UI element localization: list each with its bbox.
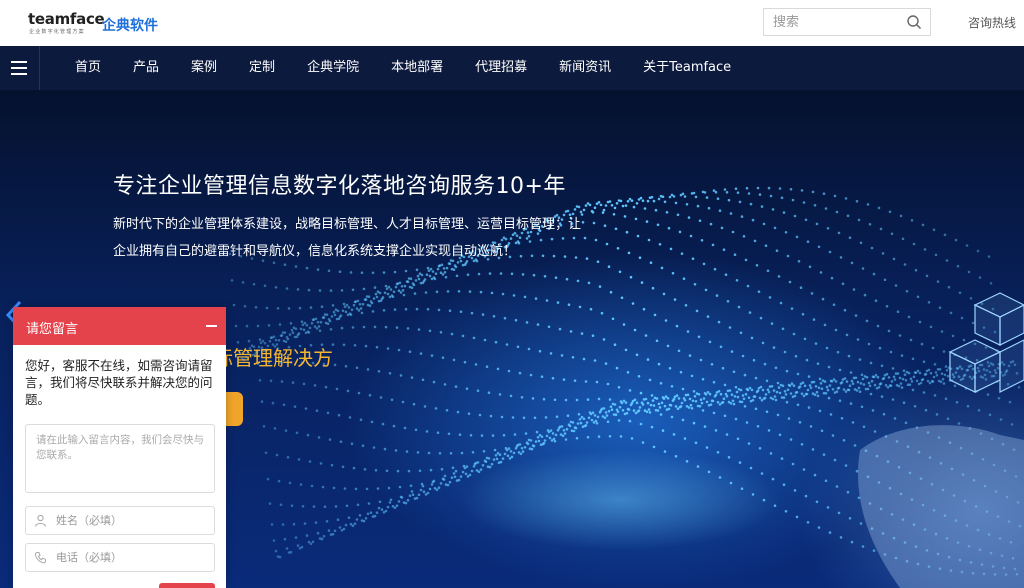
message-textarea[interactable] bbox=[25, 424, 215, 493]
hotline-link[interactable]: 咨询热线 bbox=[968, 14, 1016, 31]
top-bar: teamface 企业数字化管理方案 企典软件 咨询热线 bbox=[0, 0, 1024, 47]
user-icon bbox=[34, 514, 47, 527]
search-icon[interactable] bbox=[906, 14, 922, 30]
search-input[interactable] bbox=[764, 9, 900, 35]
phone-field-wrapper bbox=[25, 543, 215, 572]
hero-description: 新时代下的企业管理体系建设，战略目标管理、人才目标管理、运营目标管理；让企业拥有… bbox=[113, 217, 582, 259]
nav-item-local-deploy[interactable]: 本地部署 bbox=[378, 46, 456, 90]
hero-title: 专注企业管理信息数字化落地咨询服务10+年 bbox=[113, 174, 566, 199]
hamburger-menu-button[interactable] bbox=[0, 46, 40, 90]
logo-tagline: 企业数字化管理方案 bbox=[29, 29, 85, 35]
hamburger-icon bbox=[11, 61, 27, 63]
chat-title: 请您留言 bbox=[26, 322, 79, 337]
search-box bbox=[763, 8, 931, 36]
phone-input[interactable] bbox=[56, 544, 206, 571]
phone-icon bbox=[34, 552, 46, 564]
submit-message-button[interactable] bbox=[159, 583, 215, 588]
logo-brand-name: 企典软件 bbox=[102, 18, 158, 34]
cube-graphic bbox=[948, 292, 1024, 393]
nav-item-products[interactable]: 产品 bbox=[120, 46, 172, 90]
nav-items: 首页 产品 案例 定制 企典学院 本地部署 代理招募 新闻资讯 关于Teamfa… bbox=[62, 46, 750, 90]
chat-header: 请您留言 bbox=[13, 307, 226, 345]
hamburger-icon-bar bbox=[11, 67, 27, 69]
nav-item-custom[interactable]: 定制 bbox=[236, 46, 288, 90]
nav-item-cases[interactable]: 案例 bbox=[178, 46, 230, 90]
chat-offline-message: 您好，客服不在线，如需咨询请留言，我们将尽快联系并解决您的问题。 bbox=[25, 358, 213, 407]
name-input[interactable] bbox=[56, 507, 206, 534]
hand-graphic bbox=[858, 425, 1024, 588]
logo[interactable]: teamface 企业数字化管理方案 企典软件 bbox=[28, 10, 168, 38]
minimize-icon bbox=[206, 325, 217, 327]
main-nav: 首页 产品 案例 定制 企典学院 本地部署 代理招募 新闻资讯 关于Teamfa… bbox=[0, 46, 1024, 90]
nav-item-news[interactable]: 新闻资讯 bbox=[546, 46, 624, 90]
nav-item-academy[interactable]: 企典学院 bbox=[294, 46, 372, 90]
logo-wordmark: teamface bbox=[28, 10, 105, 28]
chat-widget: 请您留言 您好，客服不在线，如需咨询请留言，我们将尽快联系并解决您的问题。 bbox=[13, 307, 226, 588]
nav-item-about[interactable]: 关于Teamface bbox=[630, 46, 744, 90]
hamburger-icon-bar bbox=[11, 73, 27, 75]
nav-item-home[interactable]: 首页 bbox=[62, 46, 114, 90]
name-field-wrapper bbox=[25, 506, 215, 535]
nav-item-agent-recruit[interactable]: 代理招募 bbox=[462, 46, 540, 90]
